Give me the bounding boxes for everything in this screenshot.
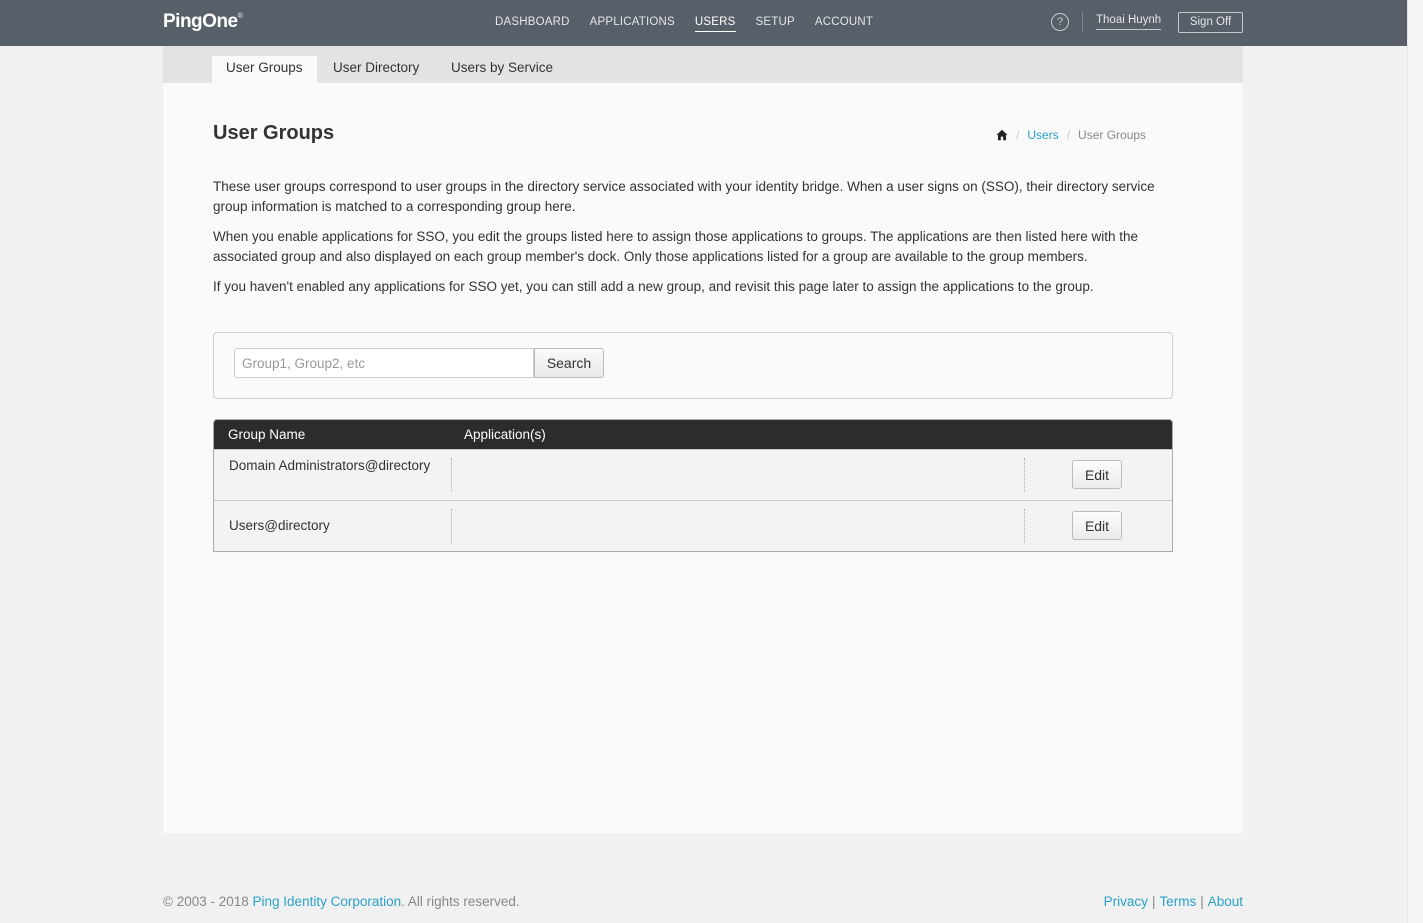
- about-link[interactable]: About: [1208, 894, 1243, 909]
- table-header: Group Name Application(s): [214, 420, 1172, 449]
- col-header-group-name: Group Name: [228, 427, 306, 442]
- tab-users-by-service[interactable]: Users by Service: [437, 56, 567, 83]
- sign-off-button[interactable]: Sign Off: [1178, 12, 1243, 33]
- breadcrumb-separator: /: [1016, 128, 1020, 142]
- rights-text: . All rights reserved.: [401, 894, 520, 909]
- search-button[interactable]: Search: [534, 348, 604, 378]
- help-icon[interactable]: ?: [1051, 13, 1069, 31]
- terms-link[interactable]: Terms: [1159, 894, 1196, 909]
- groups-table: Group Name Application(s) Domain Adminis…: [213, 419, 1173, 552]
- column-divider: [451, 509, 452, 543]
- edit-group-button[interactable]: Edit: [1072, 460, 1122, 489]
- nav-account[interactable]: ACCOUNT: [815, 16, 873, 32]
- column-divider: [451, 458, 452, 492]
- intro-paragraph-1: These user groups correspond to user gro…: [213, 179, 1155, 214]
- tab-user-directory[interactable]: User Directory: [319, 56, 433, 83]
- breadcrumb-separator: /: [1066, 128, 1071, 142]
- col-header-applications: Application(s): [464, 427, 546, 442]
- company-link[interactable]: Ping Identity Corporation: [253, 894, 402, 909]
- intro-paragraph-2: When you enable applications for SSO, yo…: [213, 229, 1139, 264]
- privacy-link[interactable]: Privacy: [1104, 894, 1148, 909]
- intro-paragraph-3: If you haven't enabled any applications …: [213, 279, 1094, 294]
- column-divider: [1024, 458, 1025, 492]
- group-name-cell: Domain Administrators@directory: [229, 458, 431, 473]
- main-nav: DASHBOARD APPLICATIONS USERS SETUP ACCOU…: [495, 16, 873, 32]
- page-title: User Groups: [213, 122, 335, 144]
- user-name-link[interactable]: Thoai Huynh: [1096, 14, 1162, 30]
- content-panel: User Groups User Directory Users by Serv…: [163, 46, 1243, 833]
- group-name-cell: Users@directory: [229, 518, 330, 533]
- top-navbar: PingOne® DASHBOARD APPLICATIONS USERS SE…: [0, 0, 1407, 46]
- footer-separator: |: [1151, 894, 1156, 909]
- sub-tabs: User Groups User Directory Users by Serv…: [163, 46, 1243, 83]
- breadcrumb-users-link[interactable]: Users: [1027, 128, 1058, 142]
- nav-applications[interactable]: APPLICATIONS: [590, 16, 675, 32]
- nav-dashboard[interactable]: DASHBOARD: [495, 16, 570, 32]
- footer-separator: |: [1200, 894, 1204, 909]
- group-search-input[interactable]: [234, 348, 534, 378]
- footer-copyright: © 2003 - 2018 Ping Identity Corporation.…: [163, 894, 520, 909]
- column-divider: [1024, 509, 1025, 543]
- nav-users[interactable]: USERS: [694, 16, 736, 32]
- table-row: Domain Administrators@directory Edit: [214, 449, 1172, 500]
- home-icon[interactable]: [996, 129, 1008, 141]
- breadcrumb-current: User Groups: [1078, 128, 1147, 142]
- table-row: Users@directory Edit: [214, 500, 1172, 551]
- nav-divider: [1082, 12, 1083, 32]
- breadcrumb: / Users / User Groups: [996, 128, 1146, 142]
- edit-group-button[interactable]: Edit: [1072, 511, 1122, 540]
- search-panel: Search: [213, 332, 1173, 399]
- pingone-logo[interactable]: PingOne®: [163, 11, 243, 33]
- vertical-scrollbar[interactable]: [1407, 0, 1423, 923]
- tab-user-groups[interactable]: User Groups: [212, 56, 317, 83]
- footer-links: Privacy | Terms | About: [1104, 894, 1243, 909]
- copyright-text: © 2003 - 2018: [163, 894, 249, 909]
- nav-setup[interactable]: SETUP: [756, 16, 795, 32]
